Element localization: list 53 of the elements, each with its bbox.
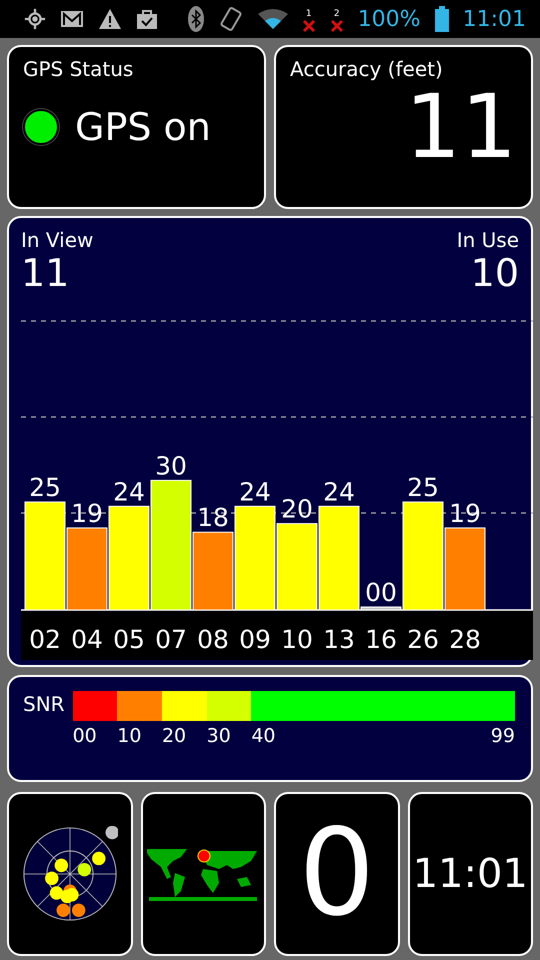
location-icon	[24, 8, 46, 30]
screen-rotation-icon	[218, 6, 244, 32]
bar-value: 25	[29, 473, 61, 502]
mail-icon	[60, 9, 84, 29]
snr-tick-label: 10	[117, 725, 142, 747]
snr-tick-label: 99	[490, 725, 515, 747]
gps-state: GPS on	[75, 105, 211, 149]
satellite-id: 10	[281, 625, 313, 654]
in-view-label: In View	[21, 228, 94, 252]
warning-icon	[98, 8, 122, 30]
snr-tick-label: 20	[162, 725, 186, 747]
bluetooth-icon	[188, 6, 204, 32]
card-title: Accuracy (feet)	[290, 57, 444, 81]
satellite-id: 13	[323, 625, 355, 654]
bar-value: 25	[407, 473, 439, 502]
sim-slot-number: 1	[306, 10, 312, 18]
bar-value: 00	[365, 578, 397, 607]
bar-value: 24	[323, 477, 355, 506]
clock-time: 11:01	[412, 851, 528, 897]
snr-label: SNR	[23, 691, 65, 718]
status-time: 11:01	[462, 6, 526, 32]
in-view-count: 11	[21, 252, 70, 294]
snr-tick-label: 30	[206, 725, 231, 747]
satellite-id: 07	[155, 625, 187, 654]
wifi-icon	[258, 8, 288, 30]
satellite-id: 05	[113, 625, 145, 654]
satellite-id: 26	[407, 625, 439, 654]
in-use-count: 10	[470, 252, 519, 294]
snr-tick-label: 00	[72, 725, 97, 747]
bar-value: 19	[449, 498, 481, 528]
satellite-id: 08	[197, 625, 229, 654]
bar-value: 24	[113, 477, 145, 506]
battery-percent: 100%	[358, 6, 421, 32]
satellite-id: 04	[71, 625, 103, 654]
bar-value: 18	[197, 503, 229, 532]
bar-value: 24	[239, 477, 271, 506]
no-signal-icon	[302, 18, 316, 32]
bar-value: 30	[155, 451, 187, 480]
snr-tick-label: 40	[251, 725, 276, 747]
count-value: 0	[298, 814, 375, 934]
bar-value: 20	[281, 494, 313, 524]
bar-value: 19	[71, 498, 103, 528]
in-use-label: In Use	[456, 228, 519, 252]
battery-icon	[434, 6, 449, 32]
shopping-bag-icon	[136, 8, 158, 30]
satellite-id: 09	[239, 625, 271, 654]
satellite-id: 02	[29, 625, 61, 654]
satellite-id: 28	[449, 625, 481, 654]
sim-slot-number: 2	[334, 10, 340, 18]
card-title: GPS Status	[23, 57, 134, 81]
no-signal-icon	[330, 18, 344, 32]
satellite-id: 16	[365, 625, 397, 654]
accuracy-value: 11	[405, 83, 517, 171]
